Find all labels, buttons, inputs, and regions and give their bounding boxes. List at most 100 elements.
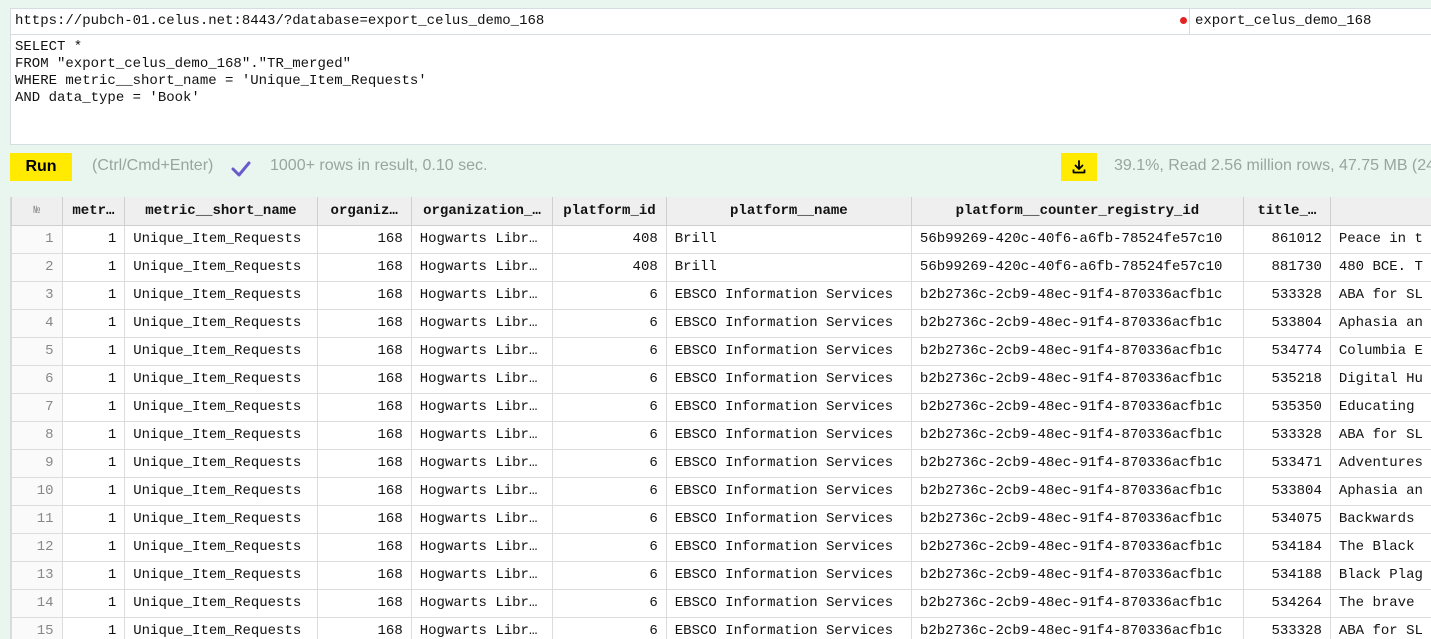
platform-registry-id-cell[interactable]: b2b2736c-2cb9-48ec-91f4-870336acfb1c: [910, 476, 1244, 506]
platform-id-header[interactable]: platform_id: [552, 197, 667, 226]
platform-name-cell[interactable]: EBSCO Information Services: [665, 280, 912, 310]
table-row[interactable]: 10 1 Unique_Item_Requests 168 Hogwarts Libr……: [11, 476, 1431, 506]
title-id-cell[interactable]: 881730: [1242, 252, 1331, 282]
platform-registry-id-cell[interactable]: b2b2736c-2cb9-48ec-91f4-870336acfb1c: [910, 308, 1244, 338]
organization-name-cell[interactable]: Hogwarts Libr…: [410, 560, 554, 590]
metric-short-name-header[interactable]: metric__short_name: [124, 197, 318, 226]
metric-short-name-cell[interactable]: Unique_Item_Requests: [124, 504, 318, 534]
organization-name-cell[interactable]: Hogwarts Libr…: [410, 616, 554, 639]
platform-name-cell[interactable]: EBSCO Information Services: [665, 448, 912, 478]
organization-id-cell[interactable]: 168: [316, 504, 412, 534]
organization-name-cell[interactable]: Hogwarts Libr…: [410, 224, 554, 254]
platform-registry-id-cell[interactable]: b2b2736c-2cb9-48ec-91f4-870336acfb1c: [910, 616, 1244, 639]
table-row[interactable]: 9 1 Unique_Item_Requests 168 Hogwarts Libr… 6…: [11, 448, 1431, 478]
table-row[interactable]: 3 1 Unique_Item_Requests 168 Hogwarts Libr… 6…: [11, 280, 1431, 310]
metric-id-cell[interactable]: 1: [61, 280, 126, 310]
organization-id-cell[interactable]: 168: [316, 616, 412, 639]
metric-short-name-cell[interactable]: Unique_Item_Requests: [124, 336, 318, 366]
metric-id-cell[interactable]: 1: [61, 252, 126, 282]
platform-id-cell[interactable]: 6: [552, 280, 667, 310]
platform-registry-id-cell[interactable]: b2b2736c-2cb9-48ec-91f4-870336acfb1c: [910, 420, 1244, 450]
title-id-cell[interactable]: 534075: [1242, 504, 1331, 534]
title-id-cell[interactable]: 533804: [1242, 476, 1331, 506]
table-row[interactable]: 1 1 Unique_Item_Requests 168 Hogwarts Libr… 4…: [11, 224, 1431, 254]
table-row[interactable]: 12 1 Unique_Item_Requests 168 Hogwarts Libr……: [11, 532, 1431, 562]
platform-registry-id-cell[interactable]: b2b2736c-2cb9-48ec-91f4-870336acfb1c: [910, 336, 1244, 366]
metric-id-header[interactable]: metr…: [61, 197, 126, 226]
platform-id-cell[interactable]: 6: [552, 504, 667, 534]
database-select[interactable]: export_celus_demo_168: [1189, 9, 1431, 34]
metric-id-cell[interactable]: 1: [61, 392, 126, 422]
organization-id-cell[interactable]: 168: [316, 336, 412, 366]
organization-id-cell[interactable]: 168: [316, 252, 412, 282]
platform-id-cell[interactable]: 6: [552, 476, 667, 506]
organization-id-cell[interactable]: 168: [316, 224, 412, 254]
platform-name-cell[interactable]: Brill: [665, 224, 912, 254]
title-name-cell[interactable]: Peace in t: [1329, 224, 1431, 254]
platform-name-cell[interactable]: EBSCO Information Services: [665, 560, 912, 590]
run-button[interactable]: Run: [10, 153, 72, 181]
title-name-cell[interactable]: Educating: [1329, 392, 1431, 422]
platform-id-cell[interactable]: 408: [552, 224, 667, 254]
organization-id-header[interactable]: organiz…: [316, 197, 412, 226]
platform-registry-id-cell[interactable]: b2b2736c-2cb9-48ec-91f4-870336acfb1c: [910, 560, 1244, 590]
platform-registry-id-cell[interactable]: b2b2736c-2cb9-48ec-91f4-870336acfb1c: [910, 280, 1244, 310]
metric-id-cell[interactable]: 1: [61, 560, 126, 590]
metric-id-cell[interactable]: 1: [61, 616, 126, 639]
title-name-cell[interactable]: Columbia E: [1329, 336, 1431, 366]
platform-id-cell[interactable]: 6: [552, 588, 667, 618]
metric-short-name-cell[interactable]: Unique_Item_Requests: [124, 476, 318, 506]
platform-id-cell[interactable]: 6: [552, 308, 667, 338]
organization-name-cell[interactable]: Hogwarts Libr…: [410, 252, 554, 282]
platform-name-cell[interactable]: EBSCO Information Services: [665, 476, 912, 506]
title-name-cell[interactable]: The brave: [1329, 588, 1431, 618]
platform-name-cell[interactable]: EBSCO Information Services: [665, 420, 912, 450]
metric-id-cell[interactable]: 1: [61, 224, 126, 254]
title-name-cell[interactable]: The Black: [1329, 532, 1431, 562]
table-row[interactable]: 15 1 Unique_Item_Requests 168 Hogwarts Libr……: [11, 616, 1431, 639]
metric-id-cell[interactable]: 1: [61, 364, 126, 394]
metric-id-cell[interactable]: 1: [61, 504, 126, 534]
metric-short-name-cell[interactable]: Unique_Item_Requests: [124, 532, 318, 562]
platform-registry-id-cell[interactable]: b2b2736c-2cb9-48ec-91f4-870336acfb1c: [910, 364, 1244, 394]
metric-short-name-cell[interactable]: Unique_Item_Requests: [124, 280, 318, 310]
metric-short-name-cell[interactable]: Unique_Item_Requests: [124, 224, 318, 254]
organization-id-cell[interactable]: 168: [316, 588, 412, 618]
platform-id-cell[interactable]: 6: [552, 364, 667, 394]
platform-id-cell[interactable]: 6: [552, 448, 667, 478]
metric-short-name-cell[interactable]: Unique_Item_Requests: [124, 252, 318, 282]
organization-name-cell[interactable]: Hogwarts Libr…: [410, 532, 554, 562]
organization-id-cell[interactable]: 168: [316, 420, 412, 450]
organization-id-cell[interactable]: 168: [316, 532, 412, 562]
organization-name-cell[interactable]: Hogwarts Libr…: [410, 476, 554, 506]
table-row[interactable]: 7 1 Unique_Item_Requests 168 Hogwarts Libr… 6…: [11, 392, 1431, 422]
platform-name-cell[interactable]: EBSCO Information Services: [665, 308, 912, 338]
platform-registry-id-cell[interactable]: 56b99269-420c-40f6-a6fb-78524fe57c10: [910, 224, 1244, 254]
server-url-input[interactable]: [11, 9, 1181, 34]
table-row[interactable]: 2 1 Unique_Item_Requests 168 Hogwarts Libr… 4…: [11, 252, 1431, 282]
organization-name-cell[interactable]: Hogwarts Libr…: [410, 392, 554, 422]
row-number-header[interactable]: №: [11, 197, 63, 226]
platform-registry-id-cell[interactable]: b2b2736c-2cb9-48ec-91f4-870336acfb1c: [910, 588, 1244, 618]
title-id-cell[interactable]: 533804: [1242, 308, 1331, 338]
organization-name-cell[interactable]: Hogwarts Libr…: [410, 364, 554, 394]
platform-name-cell[interactable]: EBSCO Information Services: [665, 588, 912, 618]
table-row[interactable]: 6 1 Unique_Item_Requests 168 Hogwarts Libr… 6…: [11, 364, 1431, 394]
table-row[interactable]: 14 1 Unique_Item_Requests 168 Hogwarts Libr……: [11, 588, 1431, 618]
platform-id-cell[interactable]: 6: [552, 336, 667, 366]
results-grid[interactable]: № metr… metric__short_name organiz… organiza…: [10, 197, 1431, 639]
table-row[interactable]: 11 1 Unique_Item_Requests 168 Hogwarts Libr……: [11, 504, 1431, 534]
metric-short-name-cell[interactable]: Unique_Item_Requests: [124, 392, 318, 422]
table-row[interactable]: 8 1 Unique_Item_Requests 168 Hogwarts Libr… 6…: [11, 420, 1431, 450]
title-name-header[interactable]: [1329, 197, 1431, 226]
metric-short-name-cell[interactable]: Unique_Item_Requests: [124, 308, 318, 338]
metric-short-name-cell[interactable]: Unique_Item_Requests: [124, 364, 318, 394]
title-id-cell[interactable]: 533471: [1242, 448, 1331, 478]
platform-name-cell[interactable]: Brill: [665, 252, 912, 282]
organization-name-cell[interactable]: Hogwarts Libr…: [410, 448, 554, 478]
table-row[interactable]: 5 1 Unique_Item_Requests 168 Hogwarts Libr… 6…: [11, 336, 1431, 366]
platform-registry-id-cell[interactable]: b2b2736c-2cb9-48ec-91f4-870336acfb1c: [910, 448, 1244, 478]
organization-id-cell[interactable]: 168: [316, 448, 412, 478]
table-row[interactable]: 4 1 Unique_Item_Requests 168 Hogwarts Libr… 6…: [11, 308, 1431, 338]
organization-name-cell[interactable]: Hogwarts Libr…: [410, 504, 554, 534]
